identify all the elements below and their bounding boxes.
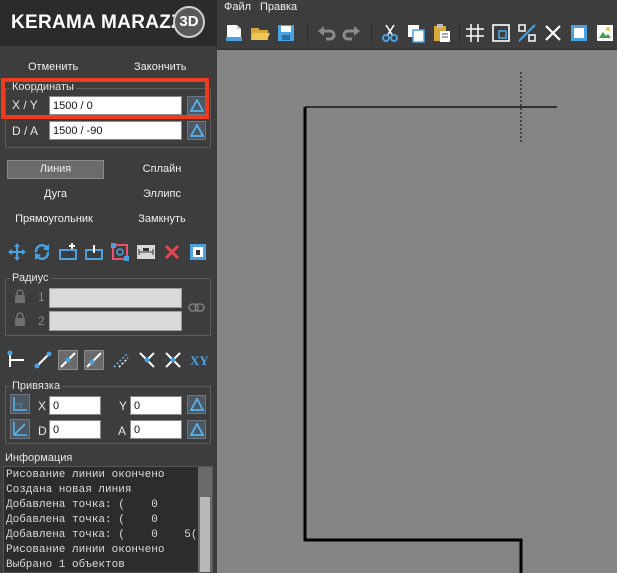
snap-x-input[interactable]: 0 <box>49 396 101 415</box>
grid-icon[interactable] <box>465 23 485 43</box>
drawing-canvas[interactable] <box>217 50 617 573</box>
snap-midpoint-icon[interactable] <box>58 350 78 370</box>
radius-2-input[interactable] <box>49 311 182 331</box>
mode-close[interactable]: Замкнуть <box>112 213 212 225</box>
snap-da-relative-toggle[interactable] <box>187 420 206 439</box>
menu-file[interactable]: Файл <box>224 1 251 13</box>
view-image-icon[interactable] <box>595 23 615 43</box>
info-line: Создана новая линия <box>6 484 132 496</box>
toolbar-separator <box>459 24 460 42</box>
lock-icon[interactable] <box>14 312 26 329</box>
snap-d-input[interactable]: 0 <box>49 420 101 439</box>
mode-arc[interactable]: Дуга <box>7 188 104 200</box>
snap-perpendicular-icon[interactable] <box>137 350 157 370</box>
snap-parallel-icon[interactable] <box>111 350 131 370</box>
new-file-icon[interactable] <box>224 23 244 43</box>
mode-line[interactable]: Линия <box>7 163 104 175</box>
fit-view-icon[interactable] <box>491 23 511 43</box>
main-toolbar <box>217 16 617 50</box>
snap-xy-relative-toggle[interactable] <box>187 395 206 414</box>
da-label: D / A <box>12 124 39 138</box>
add-point-icon[interactable] <box>58 242 78 262</box>
info-scrollbar[interactable] <box>198 467 212 572</box>
snap-xy-icon[interactable]: XY <box>190 353 209 369</box>
mode-rectangle[interactable]: Прямоугольник <box>4 213 104 225</box>
radius-row-1-label: 1 <box>38 290 45 304</box>
radius-title: Радиус <box>10 272 51 284</box>
info-scrollbar-thumb[interactable] <box>200 497 210 572</box>
snap-y-label: Y <box>119 399 128 413</box>
redo-icon[interactable] <box>342 23 362 43</box>
radius-row-2-label: 2 <box>38 314 45 328</box>
snap-x-label: X <box>38 399 47 413</box>
info-line: Рисование линии окончено <box>6 469 165 481</box>
delta-icon <box>190 124 204 137</box>
snap-segment-icon[interactable] <box>33 350 53 370</box>
snap-title: Привязка <box>10 380 63 392</box>
drawing-surface <box>303 72 557 573</box>
menu-edit[interactable]: Правка <box>260 1 297 13</box>
radius-1-input[interactable] <box>49 288 182 308</box>
logo-bar: KERAMA MARAZZI 3D <box>0 0 217 46</box>
scale-icon[interactable] <box>110 242 130 262</box>
snap-endpoint-icon[interactable] <box>7 350 27 370</box>
rotate-icon[interactable] <box>32 242 52 262</box>
undo-icon[interactable] <box>316 23 336 43</box>
logo-text: KERAMA MARAZZI <box>11 12 189 33</box>
snap-d-label: D <box>38 424 47 438</box>
info-line: Рисование линии окончено <box>6 544 165 556</box>
logo-3d-badge: 3D <box>173 6 205 38</box>
close-view-icon[interactable] <box>543 23 563 43</box>
view-2d-icon[interactable] <box>569 23 589 43</box>
properties-icon[interactable] <box>188 242 208 262</box>
snap-origin-icon[interactable] <box>10 394 30 414</box>
delta-icon <box>190 398 204 411</box>
delete-icon[interactable] <box>162 242 182 262</box>
info-line: Добавлена точка: ( 0 5( <box>6 529 198 541</box>
drawn-polyline[interactable] <box>303 107 523 573</box>
open-file-icon[interactable] <box>250 23 270 43</box>
info-line: Выбрано 1 объектов <box>6 559 125 571</box>
move-icon[interactable] <box>7 242 27 262</box>
paste-icon[interactable] <box>432 23 452 43</box>
cut-icon[interactable] <box>380 23 400 43</box>
snap-angle-icon[interactable] <box>10 419 30 439</box>
da-relative-toggle[interactable] <box>187 121 206 140</box>
snap-grid-icon[interactable] <box>517 23 537 43</box>
toolbar-separator <box>307 24 308 42</box>
save-icon[interactable] <box>276 23 296 43</box>
da-coordinates-input[interactable]: 1500 / -90 <box>49 121 182 140</box>
info-log[interactable]: Рисование линии окончено Создана новая л… <box>3 466 213 573</box>
delta-icon <box>190 423 204 436</box>
cancel-button[interactable]: Отменить <box>28 61 78 73</box>
toolbar-separator <box>371 24 372 42</box>
menu-bar: Файл Правка <box>217 0 617 16</box>
snap-a-input[interactable]: 0 <box>130 420 182 439</box>
copy-icon[interactable] <box>406 23 426 43</box>
snap-a-label: A <box>118 424 127 438</box>
highlight-frame <box>1 78 209 119</box>
lock-icon[interactable] <box>14 289 26 306</box>
mode-spline[interactable]: Сплайн <box>112 163 212 175</box>
finish-button[interactable]: Закончить <box>134 61 187 73</box>
split-icon[interactable] <box>84 242 104 262</box>
info-line: Добавлена точка: ( 0 <box>6 499 158 511</box>
snap-y-input[interactable]: 0 <box>130 396 182 415</box>
info-line: Добавлена точка: ( 0 <box>6 514 158 526</box>
info-title: Информация <box>5 452 73 464</box>
mode-ellipse[interactable]: Эллипс <box>112 188 212 200</box>
link-icon[interactable] <box>188 302 206 317</box>
snap-intersection-icon[interactable] <box>163 350 183 370</box>
dimension-icon[interactable] <box>136 242 156 262</box>
snap-line-icon[interactable] <box>84 350 104 370</box>
left-panel: KERAMA MARAZZI 3D Отменить Закончить Коо… <box>0 0 217 573</box>
